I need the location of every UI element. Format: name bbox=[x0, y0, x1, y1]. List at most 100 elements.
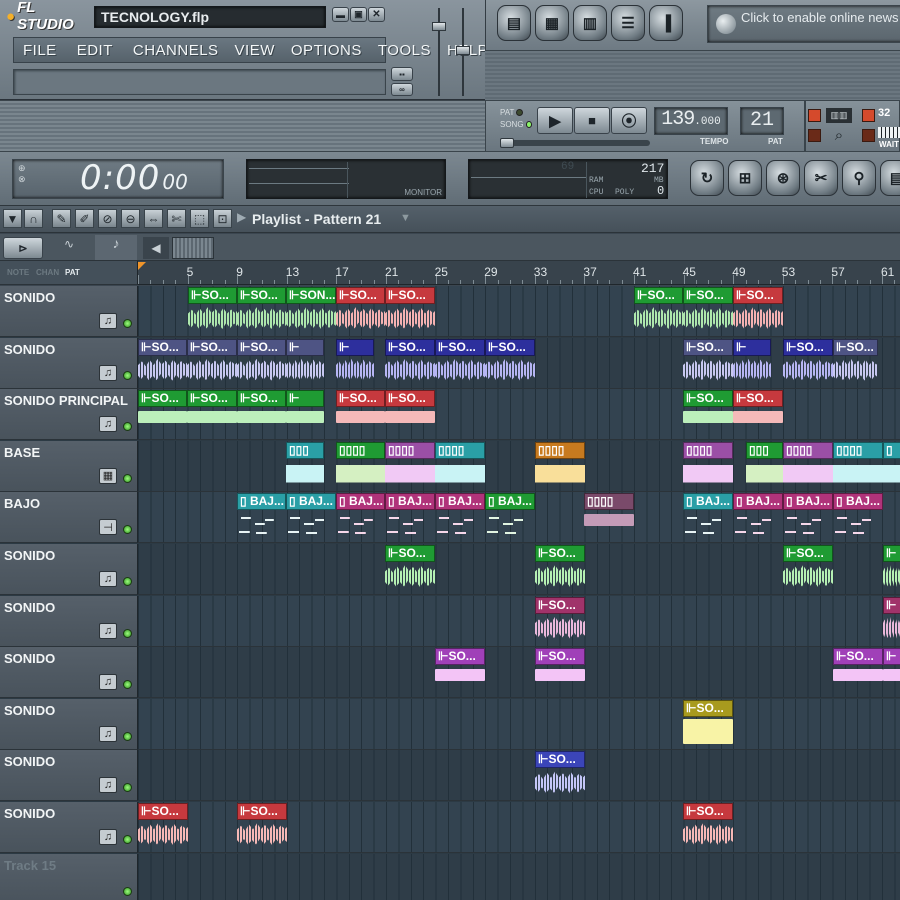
track-type-icon[interactable]: ▦ bbox=[99, 467, 117, 484]
record-button[interactable]: ⦿ bbox=[611, 107, 647, 134]
track-header[interactable]: SONIDO PRINCIPAL ♫ bbox=[0, 389, 138, 441]
playlist-clip[interactable]: ⊩SO... bbox=[188, 287, 237, 335]
playlist-clip[interactable]: ⊩SO... bbox=[237, 287, 286, 335]
horizontal-scrollbar-thumb[interactable] bbox=[172, 237, 214, 259]
track-type-icon[interactable]: ♫ bbox=[99, 622, 117, 639]
tab-note[interactable]: NOTE bbox=[7, 268, 29, 277]
playlist-clip[interactable]: ⊩ bbox=[336, 338, 374, 387]
playlist-clip[interactable]: ⊩SO... bbox=[435, 648, 485, 696]
playlist-menu-icon[interactable]: ▼ bbox=[3, 209, 22, 228]
stop-button[interactable]: ■ bbox=[574, 107, 610, 134]
playlist-clip[interactable]: ⊩ bbox=[286, 390, 324, 438]
playlist-clip[interactable]: ⊩SO... bbox=[833, 338, 878, 387]
playlist-clip[interactable]: ⊩SO... bbox=[733, 390, 783, 438]
playlist-clip[interactable]: ⊩SO... bbox=[187, 390, 237, 438]
playlist-clip[interactable]: ⊩SO... bbox=[535, 596, 585, 645]
menu-channels[interactable]: CHANNELS bbox=[133, 42, 219, 59]
audio-view-button[interactable]: ♪ bbox=[95, 235, 137, 260]
playlist-clip[interactable]: ⊩SO... bbox=[485, 338, 535, 387]
playlist-clip[interactable]: ▯▯▯▯ bbox=[535, 441, 585, 490]
playlist-clip[interactable]: ⊩SO... bbox=[138, 390, 187, 438]
render-button[interactable]: ⊛ bbox=[766, 160, 800, 196]
playlist-clip[interactable]: ▯ BAJ... bbox=[385, 493, 435, 541]
track-header[interactable]: SONIDO ♫ bbox=[0, 544, 138, 595]
playlist-clip[interactable]: ⊩SO... bbox=[385, 338, 435, 387]
playlist-clip[interactable]: ▯▯▯▯ bbox=[833, 441, 883, 490]
tab-chan[interactable]: CHAN bbox=[36, 268, 59, 277]
hint-link-button[interactable]: ∞ bbox=[391, 83, 413, 96]
playlist-clip[interactable]: ⊩SO... bbox=[385, 390, 435, 438]
playlist-clip[interactable]: ⊩SO... bbox=[187, 338, 237, 387]
automation-view-button[interactable]: ∿ bbox=[48, 237, 90, 259]
save-button[interactable]: ⊞ bbox=[728, 160, 762, 196]
track-header[interactable]: BASE ▦ bbox=[0, 440, 138, 492]
track-header[interactable]: SONIDO ♫ bbox=[0, 802, 138, 853]
playlist-clip[interactable]: ▯ BAJ... bbox=[286, 493, 336, 541]
master-volume-slider[interactable] bbox=[432, 8, 446, 98]
playlist-clip[interactable]: ▯ bbox=[883, 441, 900, 490]
timeline-ruler[interactable]: 5 9 13 17 21 25 29 33 37 41 45 49 53 57 61 bbox=[138, 261, 900, 285]
track-lane[interactable]: ⊩SO... ⊩SO... ⊩SO... ⊩ ⊩SO... ⊩SO... ⊩SO... ⊩SO… bbox=[138, 389, 900, 441]
track-mute-led[interactable] bbox=[123, 731, 132, 741]
track-type-icon[interactable]: ♫ bbox=[99, 674, 117, 691]
track-header[interactable]: BAJO ⊣ bbox=[0, 492, 138, 544]
slice-tool-icon[interactable]: ✄ bbox=[167, 209, 186, 228]
track-lane[interactable]: ⊩SO... ⊩SO... ⊩SO... ⊩ bbox=[138, 544, 900, 595]
track-type-icon[interactable]: ♫ bbox=[99, 416, 117, 433]
playlist-clip[interactable]: ⊩ bbox=[286, 338, 324, 387]
playhead-marker[interactable] bbox=[138, 262, 146, 270]
pat-mode-led[interactable] bbox=[516, 109, 524, 116]
close-button[interactable]: ✕ bbox=[368, 7, 385, 22]
playlist-clip[interactable]: ▯ BAJ... bbox=[733, 493, 783, 541]
zoom-tool-icon[interactable]: ⊡ bbox=[213, 209, 232, 228]
step-sequencer-button[interactable]: ▦ bbox=[535, 5, 569, 41]
playlist-clip[interactable]: ⊩SO... bbox=[385, 545, 435, 593]
track-mute-led[interactable] bbox=[123, 473, 132, 483]
piano-roll-button[interactable]: ▥ bbox=[573, 5, 607, 41]
playlist-clip[interactable]: ▯▯▯▯ bbox=[584, 493, 634, 541]
maximize-button[interactable]: ▣ bbox=[350, 7, 367, 22]
tempo-display[interactable]: 139 .000 bbox=[654, 107, 728, 135]
playlist-clip[interactable]: ⊩ bbox=[733, 338, 771, 387]
song-mode-led[interactable] bbox=[525, 121, 532, 128]
playlist-clip[interactable]: ▯▯▯▯ bbox=[783, 441, 833, 490]
track-mute-led[interactable] bbox=[123, 628, 132, 638]
track-mute-led[interactable] bbox=[123, 886, 132, 896]
track-lane[interactable] bbox=[138, 853, 900, 900]
track-lane[interactable]: ⊩SO... ⊩SO... ⊩SO... ⊩ bbox=[138, 647, 900, 699]
playlist-clip[interactable]: ⊩ bbox=[883, 545, 900, 593]
cut-tool-button[interactable]: ✂ bbox=[804, 160, 838, 196]
play-button[interactable]: ▶ bbox=[537, 107, 573, 134]
playlist-clip[interactable]: ⊩SO... bbox=[733, 287, 783, 335]
online-news-panel[interactable]: Click to enable online news bbox=[707, 5, 900, 43]
step-view-button[interactable]: ⊳ bbox=[3, 237, 43, 259]
track-mute-led[interactable] bbox=[123, 422, 132, 432]
track-lane[interactable]: ▯ BAJ... ▯ BAJ... ▯ BAJ... ▯ BAJ... ▯ BAJ...… bbox=[138, 492, 900, 544]
playlist-clip[interactable]: ▯ BAJ... bbox=[783, 493, 833, 541]
playlist-clip[interactable]: ⊩SO... bbox=[237, 803, 287, 851]
playlist-clip[interactable]: ⊩SO... bbox=[385, 287, 435, 335]
pattern-number-display[interactable]: 21 bbox=[740, 107, 784, 135]
playlist-clip[interactable]: ⊩SO... bbox=[833, 648, 883, 696]
playlist-clip[interactable]: ▯▯▯ bbox=[286, 441, 324, 490]
playlist-clip[interactable]: ⊩SO... bbox=[634, 287, 683, 335]
playlist-clip[interactable]: ▯ BAJ... bbox=[336, 493, 385, 541]
track-header[interactable]: SONIDO ♫ bbox=[0, 337, 138, 389]
track-type-icon[interactable]: ♫ bbox=[99, 829, 117, 845]
playlist-clip[interactable]: ▯ BAJ... bbox=[833, 493, 883, 541]
mute-tool-icon[interactable]: ⊖ bbox=[121, 209, 140, 228]
wait-toggle[interactable] bbox=[862, 129, 875, 142]
playlist-clip[interactable]: ⊩SO... bbox=[783, 545, 833, 593]
browser-button[interactable]: ☰ bbox=[611, 5, 645, 41]
hint-toggle-button[interactable]: ▪▪ bbox=[391, 67, 413, 81]
track-mute-led[interactable] bbox=[123, 680, 132, 690]
metronome-toggle[interactable] bbox=[862, 109, 875, 122]
playlist-clip[interactable]: ▯ BAJ... bbox=[237, 493, 286, 541]
playlist-clip[interactable]: ▯▯▯▯ bbox=[385, 441, 435, 490]
menu-options[interactable]: OPTIONS bbox=[291, 42, 362, 59]
playlist-clip[interactable]: ⊩SO... bbox=[783, 338, 833, 387]
track-mute-led[interactable] bbox=[123, 783, 132, 793]
mixer-button[interactable]: ▐ bbox=[649, 5, 683, 41]
track-type-icon[interactable]: ♫ bbox=[99, 777, 117, 794]
step-edit-toggle[interactable] bbox=[808, 129, 821, 142]
